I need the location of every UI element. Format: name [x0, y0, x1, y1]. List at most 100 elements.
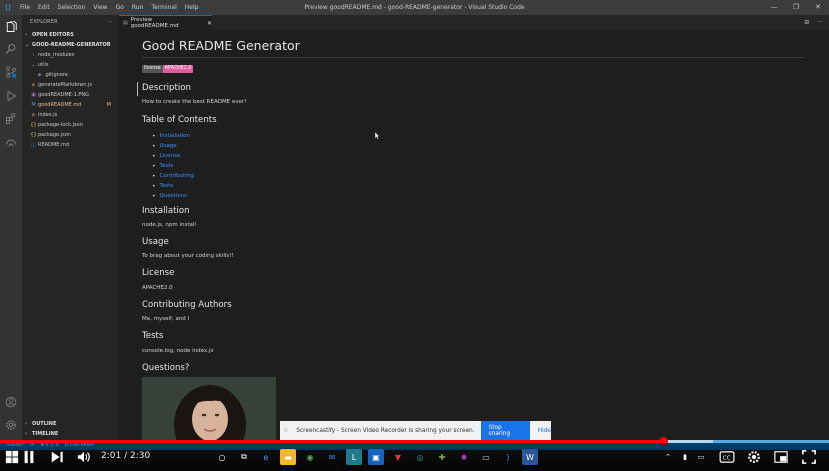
menu-item-go[interactable]: Go	[112, 4, 128, 11]
timeline-section[interactable]: › TIMELINE	[22, 429, 119, 439]
chevron-right-icon: ›	[25, 32, 28, 38]
toc-link[interactable]: Questions	[152, 191, 194, 201]
file-tree-item[interactable]: ⌄ utils	[22, 60, 119, 70]
edge-browser-icon[interactable]: e	[258, 449, 274, 465]
markdown-preview[interactable]: Good README Generator license APACHE2.0 …	[119, 30, 829, 440]
tray-mic-icon[interactable]: ▮	[680, 449, 690, 465]
brave-icon[interactable]: ▼	[390, 449, 406, 465]
file-tree-item[interactable]: ◆ .gitignore	[22, 70, 119, 80]
settings-gear-icon[interactable]	[4, 418, 18, 432]
toc-link[interactable]: Tests	[152, 181, 194, 191]
toc-link[interactable]: License	[152, 151, 194, 161]
file-type-icon: ›	[32, 52, 35, 58]
volume-icon[interactable]	[76, 449, 92, 465]
open-editors-section[interactable]: › OPEN EDITORS	[22, 30, 119, 40]
toc-link[interactable]: Contributing	[152, 171, 194, 181]
outline-section[interactable]: › OUTLINE	[22, 419, 119, 429]
terminal-icon[interactable]: ▭	[478, 449, 494, 465]
menu-item-run[interactable]: Run	[128, 4, 148, 11]
text-usage: To brag about your coding skills!!	[142, 253, 234, 259]
file-tree-item[interactable]: › node_modules	[22, 50, 119, 60]
stop-sharing-button[interactable]: Stop sharing	[480, 421, 530, 440]
file-tree-item[interactable]: {} package.json	[22, 130, 119, 140]
account-icon[interactable]	[4, 395, 18, 409]
toc-link[interactable]: Installation	[152, 131, 194, 141]
file-type-icon: {}	[30, 122, 37, 128]
cortana-icon[interactable]: ○	[214, 449, 230, 465]
file-tree-label: .gitignore	[44, 72, 68, 78]
next-video-icon[interactable]	[50, 449, 64, 465]
hide-button[interactable]: Hide	[538, 428, 551, 434]
editor-tab-bar: ▤ Preview goodREADME.md ✕ ⊞ ···	[119, 15, 829, 30]
modified-badge: M	[106, 102, 111, 108]
store-icon[interactable]: ▣	[368, 449, 384, 465]
file-type-icon: ▣	[31, 92, 36, 98]
run-debug-icon[interactable]	[4, 89, 18, 103]
windows-start-icon[interactable]	[5, 449, 19, 465]
badge-right: APACHE2.0	[162, 65, 194, 73]
vscode-logo-icon: ⟨⟩	[4, 3, 12, 12]
menu-item-terminal[interactable]: Terminal	[147, 4, 180, 11]
mail-icon[interactable]: ✉	[324, 449, 340, 465]
file-type-icon: ◆	[37, 72, 42, 78]
close-tab-icon[interactable]: ✕	[207, 20, 212, 27]
explorer-icon[interactable]	[4, 20, 18, 34]
outline-section-wrap: › OUTLINE › TIMELINE	[22, 419, 119, 439]
pause-icon[interactable]	[22, 449, 36, 465]
tray-battery-icon[interactable]: ▭	[694, 449, 708, 465]
captions-icon[interactable]: CC	[719, 449, 735, 465]
share-message: Screencastify - Screen Video Recorder is…	[296, 427, 475, 434]
fullscreen-icon[interactable]	[801, 449, 817, 465]
app-circle-icon[interactable]: ◎	[412, 449, 428, 465]
file-tree-item[interactable]: MgoodREADME.md M	[22, 100, 119, 110]
close-window-icon[interactable]: ✕	[807, 0, 829, 15]
heading-usage: Usage	[142, 237, 169, 247]
tray-chevron-icon[interactable]: ⌃	[662, 449, 674, 465]
file-tree-item[interactable]: JS generateMarkdown.js	[22, 80, 119, 90]
app-l-icon[interactable]: L	[346, 449, 362, 465]
file-explorer-icon[interactable]: ▬	[280, 449, 296, 465]
text-contributing: Me, myself, and I	[142, 316, 190, 322]
drag-handle-icon[interactable]: ⁞⁞	[284, 427, 291, 434]
chevron-right-icon: ›	[25, 431, 28, 437]
menu-item-edit[interactable]: Edit	[34, 4, 54, 11]
tab-preview-goodreadme[interactable]: ▤ Preview goodREADME.md ✕	[119, 15, 212, 30]
file-tree-item[interactable]: {} package-lock.json	[22, 120, 119, 130]
file-tree-label: goodREADME-1.PNG	[38, 92, 90, 98]
more-actions-icon[interactable]: ···	[817, 19, 823, 26]
menu-item-file[interactable]: File	[16, 4, 34, 11]
app-gear-icon[interactable]: ✺	[456, 449, 472, 465]
toc-link[interactable]: Tests	[152, 161, 194, 171]
app-puzzle-icon[interactable]: ✚	[434, 449, 450, 465]
license-badge: license APACHE2.0	[142, 65, 194, 73]
menu-item-view[interactable]: View	[89, 4, 111, 11]
source-control-icon[interactable]	[4, 65, 18, 79]
video-controls: 2:01 / 2:30 ○ ⧉ e ▬ ◉ ✉ L ▣ ▼ ◎ ✚ ✺ ▭ ⟩ …	[0, 443, 829, 471]
minimize-icon[interactable]: —	[763, 0, 785, 15]
split-editor-icon[interactable]: ⊞	[804, 19, 809, 26]
miniplayer-icon[interactable]	[773, 449, 789, 465]
heading-contributing: Contributing Authors	[142, 300, 232, 310]
file-tree-item[interactable]: ▣ goodREADME-1.PNG	[22, 90, 119, 100]
heading-installation: Installation	[142, 206, 190, 216]
vscode-taskbar-icon[interactable]: ⟩	[500, 449, 516, 465]
settings-icon[interactable]	[746, 449, 762, 465]
file-tree-item[interactable]: ⓘ README.md	[22, 140, 119, 150]
heading-description: Description	[142, 83, 191, 93]
tab-label: Preview goodREADME.md	[130, 17, 179, 29]
chrome-icon[interactable]: ◉	[302, 449, 318, 465]
restore-icon[interactable]: ❐	[785, 0, 807, 15]
preview-title: Good README Generator	[142, 38, 300, 53]
project-section[interactable]: ⌄ GOOD-README-GENERATOR	[22, 40, 119, 50]
menu-item-selection[interactable]: Selection	[54, 4, 90, 11]
task-view-icon[interactable]: ⧉	[236, 449, 252, 465]
extensions-icon[interactable]	[4, 112, 18, 126]
search-icon[interactable]	[4, 42, 18, 56]
remote-explorer-icon[interactable]	[4, 136, 18, 150]
toc-link[interactable]: Usage	[152, 141, 194, 151]
word-icon[interactable]: W	[522, 449, 538, 465]
menu-item-help[interactable]: Help	[181, 4, 203, 11]
file-tree-item[interactable]: JS index.js	[22, 110, 119, 120]
more-actions-icon[interactable]: ···	[107, 19, 112, 25]
heading-tests: Tests	[142, 331, 164, 341]
